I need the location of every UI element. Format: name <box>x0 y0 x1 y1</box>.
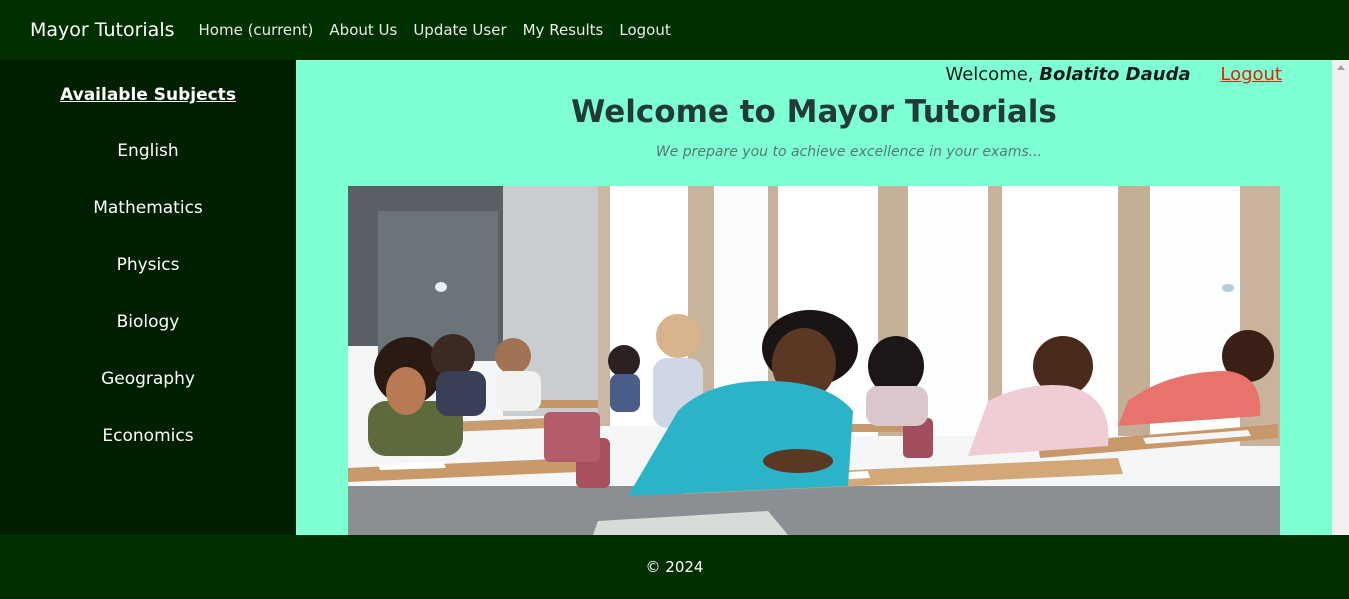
subject-geography[interactable]: Geography <box>0 351 296 408</box>
subjects-sidebar: Available Subjects English Mathematics P… <box>0 60 296 535</box>
nav-update-user[interactable]: Update User <box>413 21 506 39</box>
nav-about-us[interactable]: About Us <box>329 21 397 39</box>
main-content: Welcome, Bolatito Dauda Logout Welcome t… <box>296 60 1332 535</box>
user-name: Bolatito Dauda <box>1039 64 1191 85</box>
welcome-line: Welcome, Bolatito Dauda Logout <box>945 64 1282 85</box>
vertical-scrollbar[interactable] <box>1332 60 1349 535</box>
hero-image-classroom-exam <box>348 186 1280 535</box>
subject-list: English Mathematics Physics Biology Geog… <box>0 123 296 465</box>
nav-my-results[interactable]: My Results <box>523 21 604 39</box>
subject-economics[interactable]: Economics <box>0 408 296 465</box>
subject-physics[interactable]: Physics <box>0 237 296 294</box>
page-title: Welcome to Mayor Tutorials <box>571 94 1057 130</box>
top-navbar: Mayor Tutorials Home (current) About Us … <box>0 0 1349 60</box>
tagline: We prepare you to achieve excellence in … <box>655 144 1043 160</box>
subject-biology[interactable]: Biology <box>0 294 296 351</box>
subject-english[interactable]: English <box>0 123 296 180</box>
nav-logout[interactable]: Logout <box>619 21 670 39</box>
scroll-up-arrow-icon[interactable] <box>1337 65 1345 70</box>
nav-home[interactable]: Home (current) <box>199 21 314 39</box>
classroom-illustration <box>348 186 1280 535</box>
welcome-prefix: Welcome, <box>945 64 1034 85</box>
sidebar-title: Available Subjects <box>60 85 236 105</box>
footer-copyright: © 2024 <box>645 558 704 576</box>
page-footer: © 2024 <box>0 535 1349 597</box>
logout-link[interactable]: Logout <box>1220 64 1282 85</box>
brand-link[interactable]: Mayor Tutorials <box>30 19 175 41</box>
subject-mathematics[interactable]: Mathematics <box>0 180 296 237</box>
